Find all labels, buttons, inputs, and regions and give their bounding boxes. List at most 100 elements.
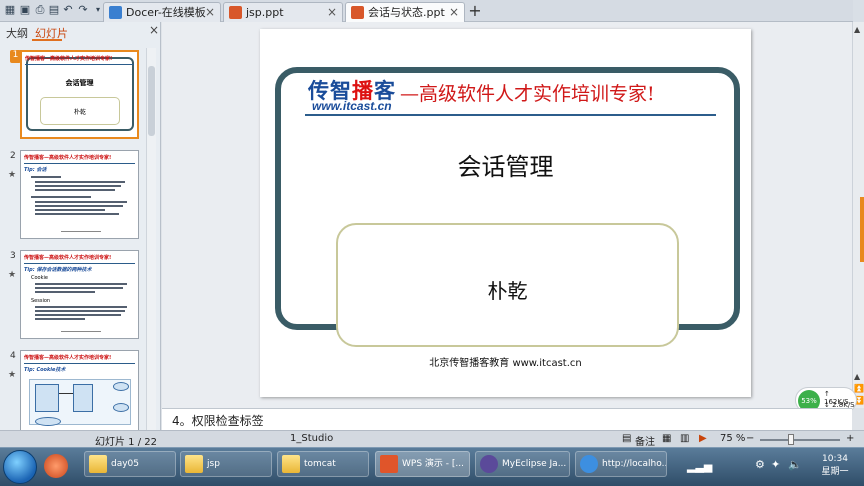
start-button[interactable]: [3, 450, 37, 484]
editor-scrollbar[interactable]: ▲ ▲ ⏫ ⏬: [852, 22, 864, 408]
print-icon[interactable]: ⎙: [33, 3, 47, 17]
zoom-slider-knob[interactable]: [788, 434, 794, 445]
scroll-up-icon[interactable]: ▲: [854, 25, 860, 34]
close-icon[interactable]: ×: [327, 3, 337, 22]
slide-title[interactable]: 会话管理: [260, 147, 751, 182]
ppt-file-icon: [351, 6, 364, 19]
notes-toggle[interactable]: 备注: [635, 433, 655, 448]
taskbar-item-label: MyEclipse Ja...: [502, 459, 567, 469]
slide-thumbnail-1[interactable]: 传智播客—高级软件人才实作培训专家! 会话管理 朴乾: [20, 50, 139, 139]
new-tab-button[interactable]: +: [466, 2, 484, 20]
thumb-header: 传智播客—高级软件人才实作培训专家!: [25, 56, 113, 62]
tab-docer[interactable]: Docer-在线模板 ×: [103, 2, 221, 22]
zoom-level[interactable]: 75 %: [720, 433, 745, 444]
slide-canvas[interactable]: 传智播客 www.itcast.cn —高级软件人才实作培训专家! 会话管理 朴…: [260, 29, 751, 397]
thumb-header: 传智播客—高级软件人才实作培训专家!: [24, 155, 112, 161]
zoom-in-icon[interactable]: +: [846, 433, 854, 444]
slide-number: 3: [10, 251, 16, 261]
slide-number: 2: [10, 151, 16, 161]
tab-session-ppt[interactable]: 会话与状态.ppt ×: [345, 2, 465, 23]
slide-thumbnail-list: 1 传智播客—高级软件人才实作培训专家! 会话管理 朴乾 2 ★ 传智播客—高级…: [0, 48, 146, 430]
thumb-header: 传智播客—高级软件人才实作培训专家!: [24, 355, 112, 361]
taskbar-item-myeclipse[interactable]: MyEclipse Ja...: [475, 451, 570, 477]
thumb-text-line: [35, 287, 123, 289]
taskbar-item-browser[interactable]: http://localho...: [575, 451, 667, 477]
clock-time: 10:34: [822, 454, 848, 464]
notes-toggle-icon[interactable]: ▤: [622, 433, 631, 444]
author-box[interactable]: 朴乾: [336, 223, 679, 347]
thumb-text-line: [35, 314, 121, 316]
tab-outline[interactable]: 大纲: [6, 25, 28, 41]
zoom-out-icon[interactable]: −: [746, 433, 754, 444]
window-control[interactable]: [853, 0, 864, 22]
close-icon[interactable]: ×: [205, 3, 215, 22]
taskbar-item-label: tomcat: [304, 459, 336, 469]
slide-thumbnail-3[interactable]: 传智播客—高级软件人才实作培训专家! Tip: 保存会话数据的两种技术 Cook…: [20, 250, 139, 339]
thumb-diagram-ellipse: [35, 417, 61, 426]
volume-icon[interactable]: 🔈: [788, 458, 802, 471]
thumb-footer-line: [61, 331, 101, 332]
thumb-diagram-box: [73, 384, 93, 412]
taskbar-item-label: http://localho...: [602, 459, 667, 469]
thumb-text-line: [35, 291, 95, 293]
thumb-diagram-ellipse: [113, 382, 129, 391]
thumb-text-line: [35, 201, 127, 203]
close-icon[interactable]: ×: [149, 23, 159, 37]
animation-star-icon: ★: [8, 170, 17, 180]
normal-view-icon[interactable]: ▦: [662, 433, 671, 444]
tab-label: jsp.ppt: [246, 6, 284, 19]
network-icon[interactable]: ⚙: [755, 458, 765, 471]
thumb-text-line: [35, 310, 125, 312]
taskbar-item-label: day05: [111, 459, 140, 469]
thumb-rule: [24, 263, 135, 264]
tab-jsp-ppt[interactable]: jsp.ppt ×: [223, 2, 343, 22]
thumb-text-line: [35, 306, 127, 308]
slide-thumbnail-4[interactable]: 传智播客—高级软件人才实作培训专家! Tip: Cookie技术: [20, 350, 139, 430]
thumb-footer-line: [61, 231, 101, 232]
print-preview-icon[interactable]: ▤: [47, 3, 61, 17]
thumb-text-line: [35, 205, 123, 207]
undo-icon[interactable]: ↶: [61, 3, 75, 17]
taskbar-item-tomcat[interactable]: tomcat: [277, 451, 369, 477]
panel-scrollbar[interactable]: [146, 48, 156, 430]
thumb-text-line: [35, 213, 119, 215]
taskbar-item-label: jsp: [207, 459, 220, 469]
app-menu-icon[interactable]: ▦: [3, 3, 17, 17]
system-tray: ▂▃▅ ⚙ ✦ 🔈 10:34 星期一: [675, 448, 864, 486]
scrollbar-thumb[interactable]: [148, 66, 155, 136]
taskbar-item-jsp[interactable]: jsp: [180, 451, 272, 477]
taskbar-item-day05[interactable]: day05: [84, 451, 176, 477]
thumb-text-line: [35, 283, 127, 285]
thumb-item: Cookie: [31, 275, 48, 281]
thumb-diagram-box: [35, 384, 59, 412]
wps-presentation-icon: [380, 455, 398, 473]
clock[interactable]: 10:34 星期一: [815, 453, 855, 479]
thumb-rule: [24, 363, 135, 364]
scroll-up-icon[interactable]: ▲: [854, 372, 860, 381]
slide-counter: 幻灯片 1 / 22: [95, 437, 157, 448]
tab-label: 会话与状态.ppt: [368, 6, 445, 19]
redo-icon[interactable]: ↷: [76, 3, 90, 17]
slide-thumbnail-2[interactable]: 传智播客—高级软件人才实作培训专家! Tip: 会话: [20, 150, 139, 239]
close-icon[interactable]: ×: [449, 3, 459, 22]
clock-day: 星期一: [821, 467, 849, 477]
slide-sorter-icon[interactable]: ▥: [680, 433, 689, 444]
thumb-author-box: 朴乾: [40, 97, 120, 125]
taskbar-item-label: WPS 演示 - [...: [402, 459, 464, 469]
scroll-marker: [860, 197, 864, 262]
notes-pane[interactable]: 4。权限检查标签: [162, 408, 852, 430]
signal-icon[interactable]: ▂▃▅: [687, 460, 712, 473]
save-icon[interactable]: ▣: [18, 3, 32, 17]
taskbar-item-wps[interactable]: WPS 演示 - [...: [375, 451, 470, 477]
zoom-slider[interactable]: [760, 439, 840, 441]
thumb-text-line: [35, 181, 125, 183]
wps-launcher-icon[interactable]: [44, 454, 68, 478]
slide-author: 朴乾: [487, 279, 528, 303]
ppt-file-icon: [229, 6, 242, 19]
slide-slogan: —高级软件人才实作培训专家!: [400, 83, 655, 105]
security-icon[interactable]: ✦: [771, 458, 780, 471]
slideshow-icon[interactable]: ▶: [699, 433, 707, 444]
thumb-text-line: [35, 189, 115, 191]
thumb-rule: [24, 163, 135, 164]
thumb-text-line: [35, 318, 85, 320]
